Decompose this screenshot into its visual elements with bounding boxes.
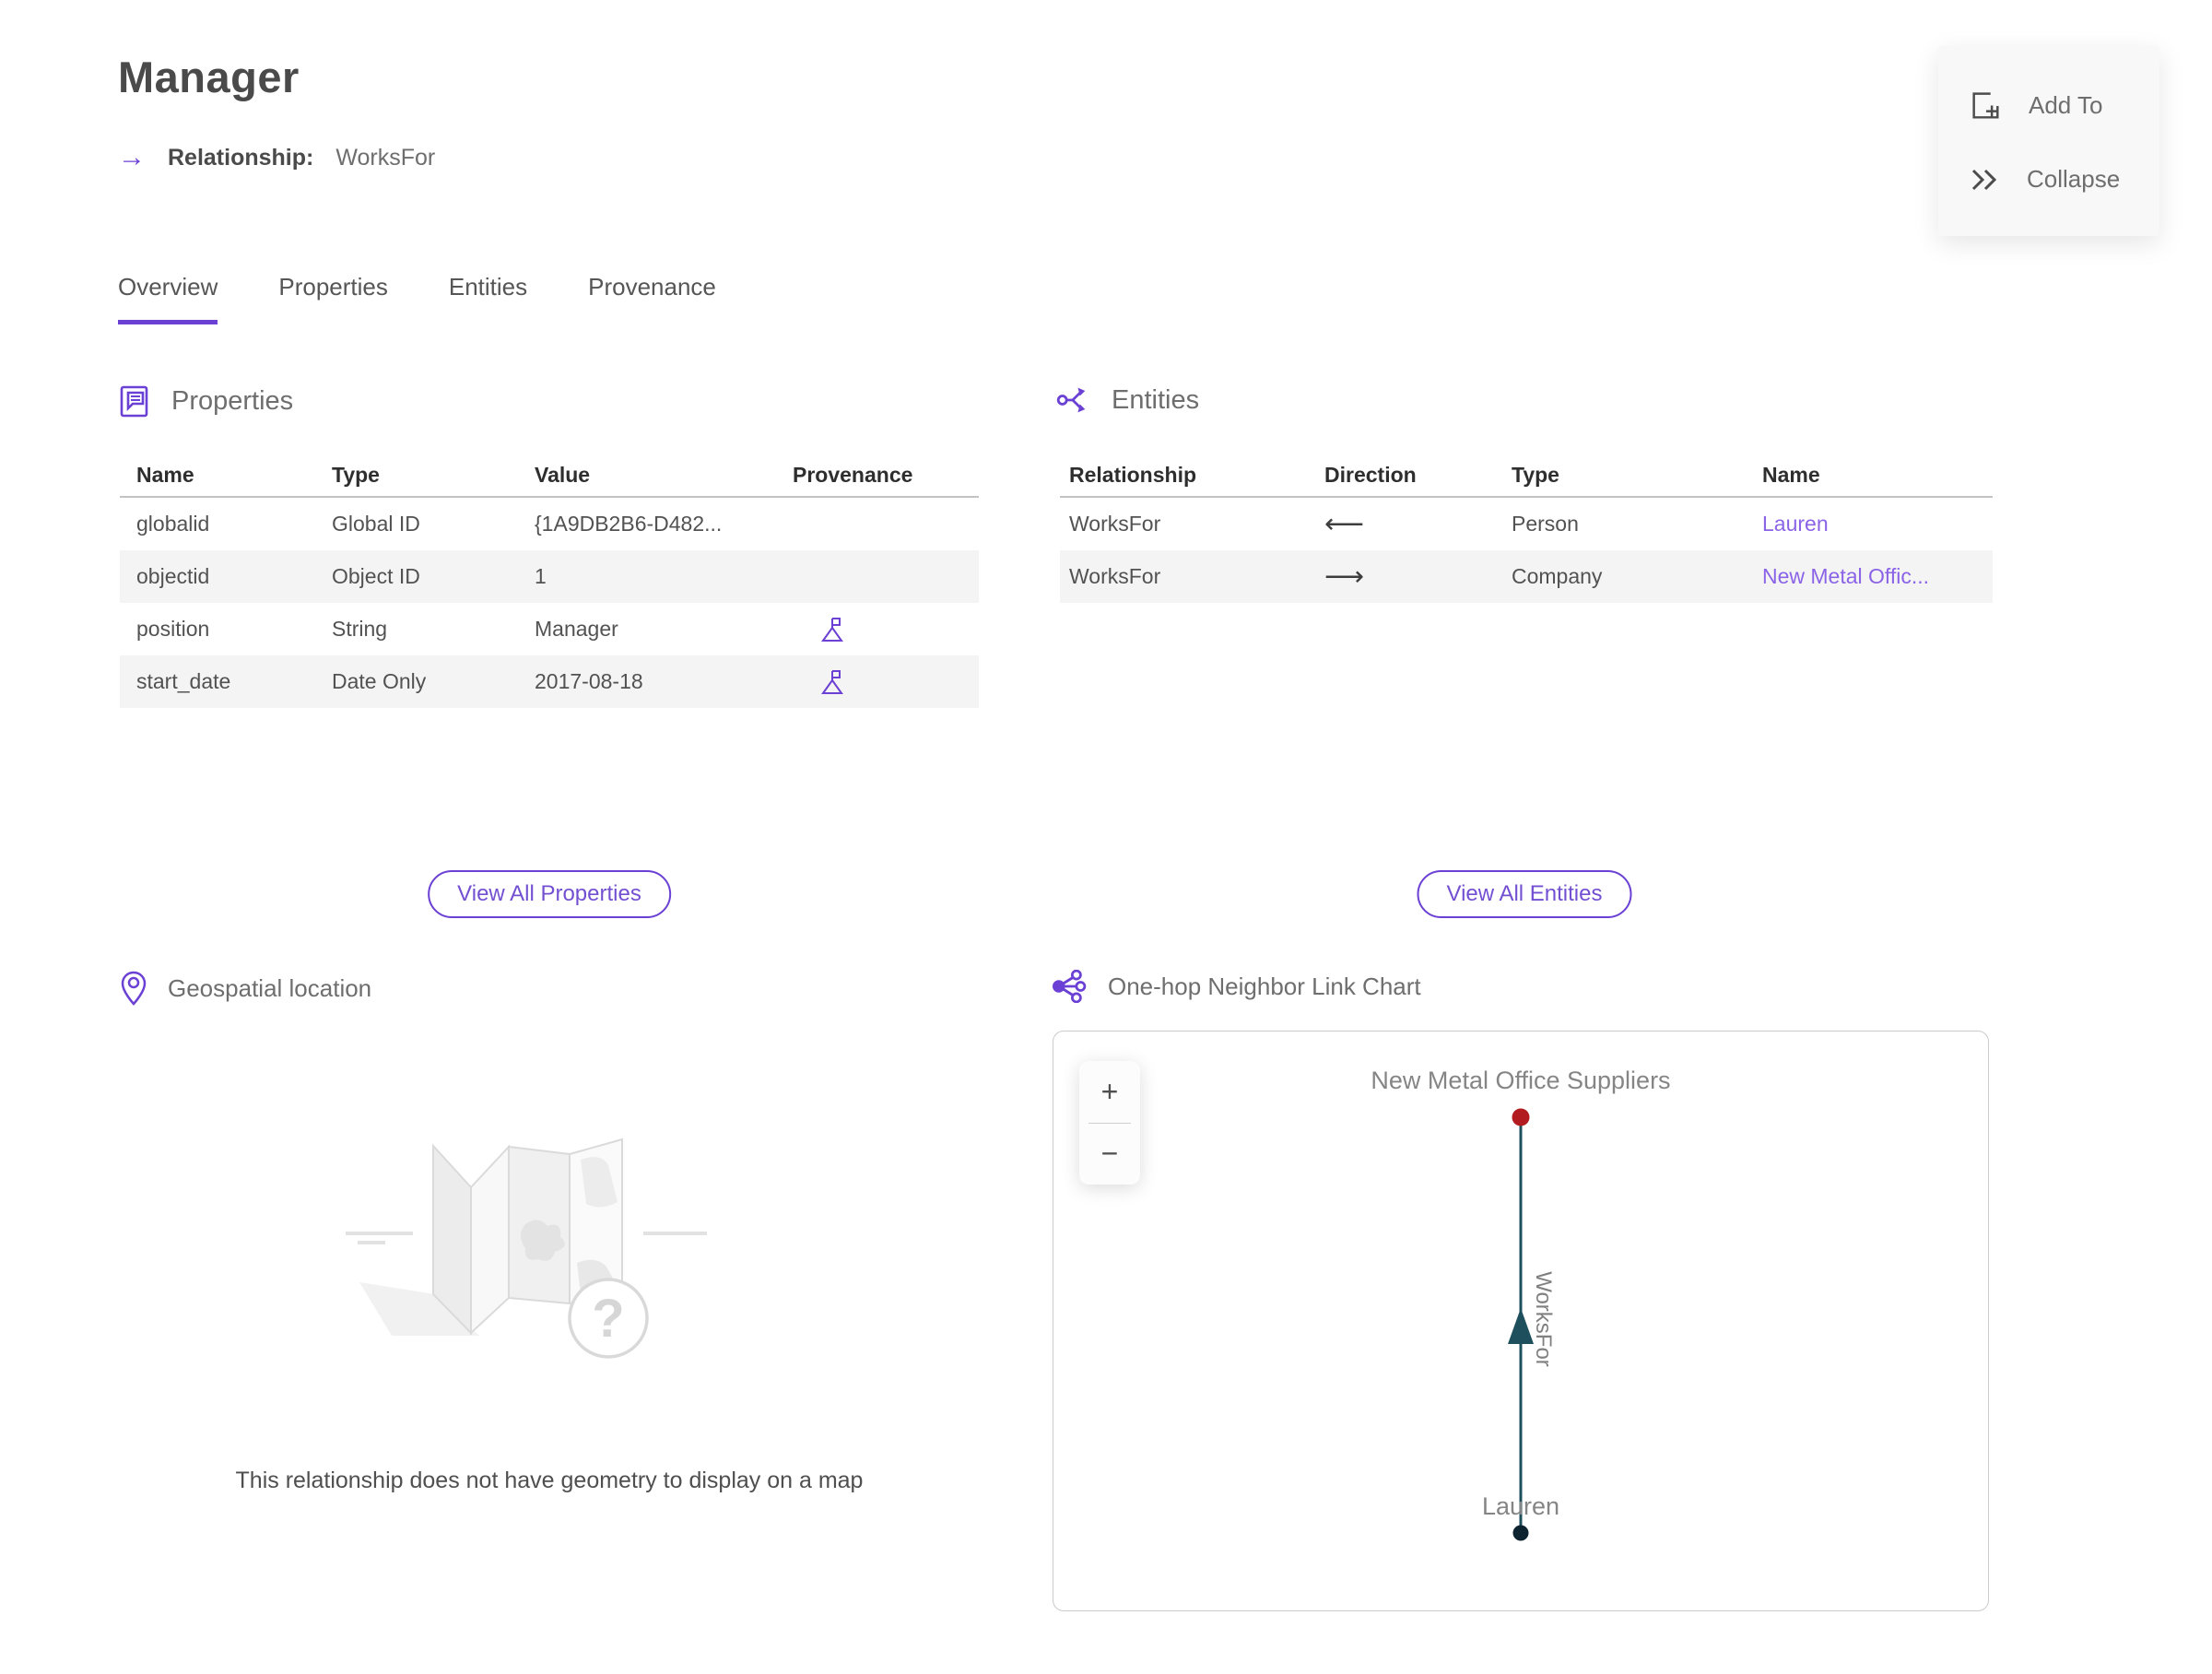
no-geometry-message: This relationship does not have geometry… [235,1468,864,1493]
zoom-in-button[interactable]: + [1079,1061,1140,1123]
direction-arrow-icon: ⟶ [1324,561,1365,592]
target-node-label: New Metal Office Suppliers [1371,1067,1670,1094]
add-to-button[interactable]: Add To [1938,88,2159,123]
geospatial-section-header: Geospatial location [120,970,371,1007]
col-name: Name [1762,462,1820,487]
add-to-icon [1972,92,1999,119]
entity-link[interactable]: New Metal Offic... [1762,564,2002,589]
tab-overview[interactable]: Overview [118,273,218,324]
collapse-icon [1971,169,1997,190]
view-all-entities-button[interactable]: View All Entities [1417,870,1632,918]
link-chart-icon [1053,970,1087,1003]
geospatial-section-title: Geospatial location [168,973,372,1002]
question-mark-glyph: ? [592,1289,624,1349]
properties-section-header: Properties [118,383,293,418]
empty-map-illustration: ? [346,1138,707,1359]
relationship-detail-page: Manager → Relationship: WorksFor Add To … [0,0,2212,1674]
tab-properties[interactable]: Properties [278,273,388,324]
breadcrumb: → Relationship: WorksFor [118,144,435,171]
map-pin-icon [121,971,147,1006]
entities-section-title: Entities [1112,384,1200,415]
node-link-graph: New Metal Office Suppliers WorksFor Laur… [1371,1067,1671,1541]
col-provenance: Provenance [793,462,913,487]
link-chart-canvas[interactable]: + − New Metal Office Suppliers WorksFor … [1053,1031,1989,1611]
collapse-label: Collapse [2027,165,2121,194]
provenance-flag-icon[interactable] [820,668,844,696]
view-all-properties-button[interactable]: View All Properties [428,870,671,918]
direction-arrow-icon: ⟵ [1324,509,1365,539]
tab-entities[interactable]: Entities [449,273,527,324]
col-value: Value [535,462,591,487]
zoom-out-button[interactable]: − [1079,1124,1140,1185]
page-title: Manager [118,53,300,101]
link-chart-section-title: One-hop Neighbor Link Chart [1108,972,1421,1000]
properties-table: Name Type Value Provenance globalid Glob… [120,454,979,708]
col-relationship: Relationship [1069,462,1197,487]
entities-icon [1056,387,1086,413]
zoom-control: + − [1079,1061,1140,1185]
col-type: Type [332,462,380,487]
person-node[interactable] [1512,1525,1529,1541]
entities-table: Relationship Direction Type Name WorksFo… [1060,454,1993,603]
table-row: WorksFor ⟵ Person Lauren [1060,498,1993,550]
link-chart-section-header: One-hop Neighbor Link Chart [1051,970,1421,1003]
relationship-arrow-icon: → [118,142,146,172]
tab-provenance[interactable]: Provenance [588,273,716,324]
relationship-type-value: WorksFor [335,144,436,171]
properties-table-header: Name Type Value Provenance [120,454,979,498]
collapse-button[interactable]: Collapse [1938,165,2159,195]
table-row: objectid Object ID 1 [120,550,979,603]
actions-panel: Add To Collapse [1938,46,2159,236]
col-name: Name [136,462,194,487]
col-direction: Direction [1324,462,1417,487]
table-row: start_date Date Only 2017-08-18 [120,655,979,708]
add-to-label: Add To [2029,90,2103,119]
relationship-label: Relationship: [168,144,314,171]
edge-arrowhead-icon [1508,1308,1534,1344]
col-type: Type [1512,462,1559,487]
entities-table-header: Relationship Direction Type Name [1060,454,1993,498]
edge-label: WorksFor [1531,1271,1556,1367]
entity-link[interactable]: Lauren [1762,512,2002,536]
properties-section-title: Properties [171,385,294,416]
properties-icon [120,385,148,418]
tab-bar: Overview Properties Entities Provenance [118,273,716,324]
table-row: WorksFor ⟶ Company New Metal Offic... [1060,550,1993,603]
provenance-flag-icon[interactable] [820,616,844,643]
table-row: position String Manager [120,603,979,655]
entities-section-header: Entities [1056,383,1199,417]
company-node[interactable] [1512,1108,1530,1126]
table-row: globalid Global ID {1A9DB2B6-D482... [136,512,723,536]
source-node-label: Lauren [1482,1492,1559,1520]
